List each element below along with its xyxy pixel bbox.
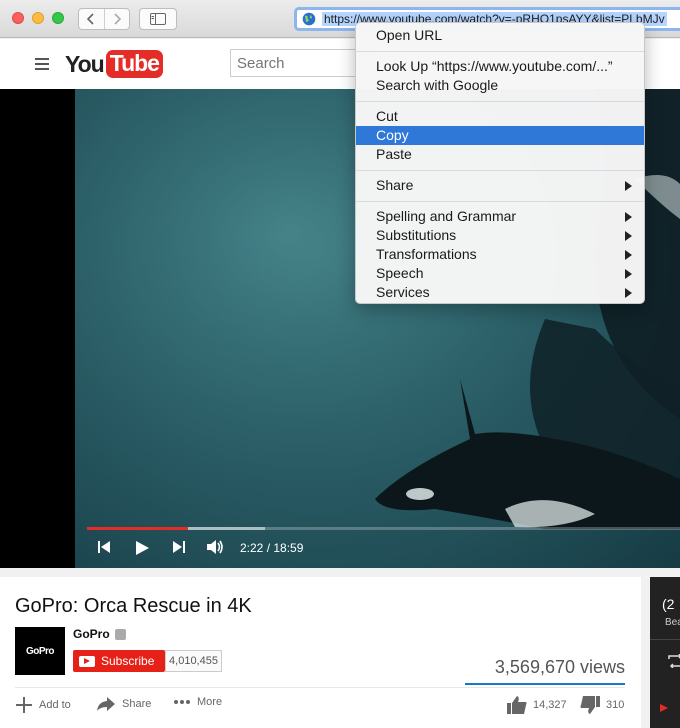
submenu-arrow-icon [625, 231, 632, 241]
progress-played [87, 527, 188, 530]
menu-item-share[interactable]: Share [356, 176, 644, 195]
more-label: More [197, 696, 223, 708]
history-nav [78, 8, 130, 30]
plus-icon [16, 697, 32, 713]
menu-item-spelling[interactable]: Spelling and Grammar [356, 207, 644, 226]
share-label: Share [122, 698, 152, 710]
submenu-arrow-icon [625, 269, 632, 279]
close-window-button[interactable] [12, 12, 24, 24]
forward-button[interactable] [103, 9, 130, 29]
sidebar-toggle-button[interactable] [139, 8, 177, 30]
volume-icon [207, 540, 223, 554]
subscriber-count: 4,010,455 [165, 650, 222, 672]
menu-separator [356, 101, 644, 102]
like-button[interactable]: 14,327 [507, 696, 567, 714]
zoom-window-button[interactable] [52, 12, 64, 24]
menu-item-transformations[interactable]: Transformations [356, 245, 644, 264]
submenu-arrow-icon [625, 250, 632, 260]
volume-button[interactable] [206, 540, 224, 554]
add-to-button[interactable]: Add to [15, 696, 71, 714]
subscribe-label: Subscribe [101, 654, 155, 668]
playlist-owner: Bea [665, 617, 680, 628]
play-button[interactable] [134, 540, 150, 556]
back-button[interactable] [79, 9, 104, 29]
skip-previous-icon [98, 541, 110, 553]
youtube-play-icon [79, 655, 95, 667]
menu-separator [356, 170, 644, 171]
loop-icon[interactable] [668, 654, 680, 668]
submenu-arrow-icon [625, 212, 632, 222]
video-title: GoPro: Orca Rescue in 4K [15, 595, 252, 617]
divider [650, 639, 680, 640]
more-button[interactable]: More [173, 696, 222, 708]
playlist-panel: (2 Bea [650, 577, 680, 728]
services-label: Services [376, 284, 430, 300]
menu-item-paste[interactable]: Paste [356, 145, 644, 164]
like-ratio-bar [465, 683, 625, 685]
verified-icon [114, 628, 126, 640]
logo-tube-text: Tube [105, 50, 163, 78]
spelling-label: Spelling and Grammar [376, 208, 517, 224]
submenu-arrow-icon [625, 288, 632, 298]
next-button[interactable] [172, 540, 186, 554]
divider [15, 687, 625, 688]
previous-button[interactable] [97, 540, 111, 554]
menu-item-services[interactable]: Services [356, 283, 644, 302]
menu-separator [356, 51, 644, 52]
minimize-window-button[interactable] [32, 12, 44, 24]
thumbs-up-icon [507, 696, 527, 714]
menu-item-copy[interactable]: Copy [356, 126, 644, 145]
channel-avatar[interactable]: GoPro [15, 627, 65, 675]
youtube-logo[interactable]: You Tube [65, 50, 163, 78]
share-label: Share [376, 177, 414, 193]
sidebar-icon [150, 13, 166, 25]
chevron-right-icon [114, 13, 121, 25]
logo-you-text: You [65, 50, 105, 77]
search-input[interactable] [230, 49, 370, 77]
safari-window: https://www.youtube.com/watch?v=-pRHO1ps… [0, 0, 680, 728]
menu-item-cut[interactable]: Cut [356, 107, 644, 126]
view-count: 3,569,670 views [494, 657, 625, 677]
menu-item-search-google[interactable]: Search with Google [356, 76, 644, 95]
globe-icon [302, 12, 316, 26]
chevron-left-icon [87, 13, 94, 25]
play-icon [136, 541, 149, 555]
playing-indicator-icon [660, 704, 668, 712]
thumbs-down-icon [580, 696, 600, 714]
subscribe-button[interactable]: Subscribe [73, 650, 165, 672]
like-count: 14,327 [533, 699, 567, 711]
menu-item-speech[interactable]: Speech [356, 264, 644, 283]
skip-next-icon [173, 541, 185, 553]
avatar-text: GoPro [25, 645, 55, 657]
share-button[interactable]: Share [96, 696, 151, 712]
channel-name[interactable]: GoPro [73, 627, 110, 641]
menu-item-substitutions[interactable]: Substitutions [356, 226, 644, 245]
playlist-position: (2 [662, 596, 675, 612]
menu-item-look-up[interactable]: Look Up “https://www.youtube.com/...” [356, 57, 644, 76]
substitutions-label: Substitutions [376, 227, 457, 243]
video-info-panel: GoPro: Orca Rescue in 4K GoPro GoPro Sub… [0, 577, 641, 728]
transformations-label: Transformations [376, 246, 477, 262]
dislike-count: 310 [606, 699, 625, 711]
menu-item-open-url[interactable]: Open URL [356, 26, 644, 45]
add-to-label: Add to [39, 699, 71, 711]
time-display: 2:22 / 18:59 [240, 541, 304, 555]
progress-bar[interactable] [87, 527, 680, 530]
more-dots-icon [174, 700, 190, 704]
speech-label: Speech [376, 265, 424, 281]
menu-separator [356, 201, 644, 202]
menu-icon[interactable] [35, 58, 49, 73]
submenu-arrow-icon [625, 181, 632, 191]
channel-name-row: GoPro [73, 627, 126, 641]
context-menu: Open URL Look Up “https://www.youtube.co… [355, 22, 645, 304]
share-icon [97, 697, 115, 711]
dislike-button[interactable]: 310 [580, 696, 624, 714]
